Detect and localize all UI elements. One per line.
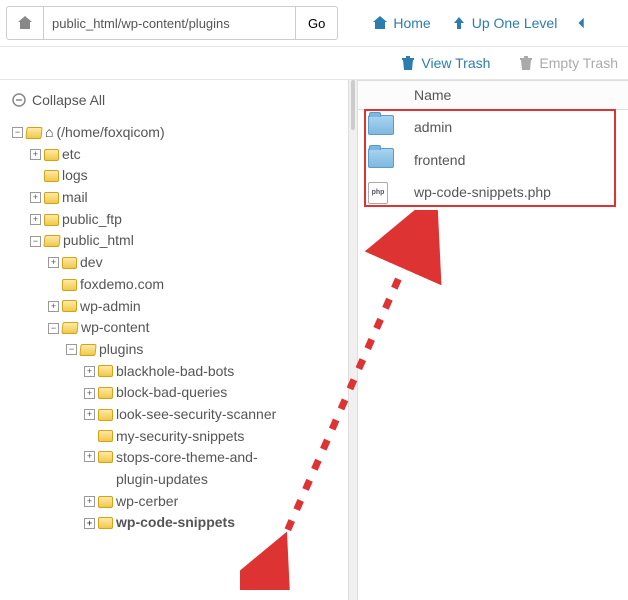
up-arrow-icon xyxy=(451,15,467,31)
plus-icon[interactable]: + xyxy=(30,192,41,203)
home-link-label: Home xyxy=(393,15,430,31)
tree-item-plugins[interactable]: −plugins xyxy=(66,339,340,361)
folder-icon xyxy=(62,279,77,291)
trash-icon xyxy=(518,55,534,71)
pane-divider[interactable] xyxy=(348,80,358,600)
tree-item-mail[interactable]: +mail xyxy=(30,187,340,209)
collapse-all-button[interactable]: Collapse All xyxy=(12,92,340,108)
folder-icon xyxy=(98,496,113,508)
folder-icon xyxy=(62,300,77,312)
plus-icon[interactable]: + xyxy=(84,518,95,529)
chevron-left-icon[interactable] xyxy=(575,15,589,31)
folder-icon xyxy=(44,214,59,226)
folder-icon xyxy=(44,170,59,182)
tree-item-foxdemo[interactable]: foxdemo.com xyxy=(48,274,340,296)
name-column-header[interactable]: Name xyxy=(404,81,628,110)
tree-item-wp-content[interactable]: −wp-content xyxy=(48,317,340,339)
folder-icon xyxy=(98,387,113,399)
tree-item-mysec[interactable]: my-security-snippets xyxy=(84,426,340,448)
tree-root-label: (/home/foxqicom) xyxy=(56,122,164,144)
tree-item-bbq[interactable]: +block-bad-queries xyxy=(84,382,340,404)
plus-icon[interactable]: + xyxy=(48,257,59,268)
tree-item-blackhole[interactable]: +blackhole-bad-bots xyxy=(84,361,340,383)
folder-icon xyxy=(98,365,113,377)
up-level-label: Up One Level xyxy=(472,15,558,31)
tree-item-etc[interactable]: +etc xyxy=(30,144,340,166)
minus-icon[interactable]: − xyxy=(48,323,59,334)
minus-icon[interactable]: − xyxy=(12,127,23,138)
file-name: wp-code-snippets.php xyxy=(404,176,628,209)
house-icon xyxy=(17,15,33,31)
folder-open-icon xyxy=(79,344,96,356)
folder-icon xyxy=(98,430,113,442)
plus-icon[interactable]: + xyxy=(84,451,95,462)
file-name: frontend xyxy=(404,143,628,176)
collapse-all-label: Collapse All xyxy=(32,92,105,108)
php-file-icon: php xyxy=(368,182,388,204)
folder-icon xyxy=(368,148,394,168)
up-level-link[interactable]: Up One Level xyxy=(441,15,568,31)
tree-item-snippets[interactable]: +wp-code-snippets xyxy=(84,512,340,534)
folder-open-icon xyxy=(61,322,78,334)
table-row[interactable]: php wp-code-snippets.php xyxy=(358,176,628,209)
minus-icon[interactable]: − xyxy=(66,344,77,355)
plus-icon[interactable]: + xyxy=(84,496,95,507)
go-button[interactable]: Go xyxy=(296,6,338,40)
file-name: admin xyxy=(404,110,628,144)
plus-icon[interactable]: + xyxy=(84,388,95,399)
folder-icon xyxy=(44,149,59,161)
empty-trash-label: Empty Trash xyxy=(539,55,618,71)
folder-icon xyxy=(98,451,113,463)
house-icon: ⌂ xyxy=(45,122,53,144)
plus-icon[interactable]: + xyxy=(84,409,95,420)
tree-item-dev[interactable]: +dev xyxy=(48,252,340,274)
folder-icon xyxy=(98,517,113,529)
plus-icon[interactable]: + xyxy=(84,366,95,377)
tree-item-stops[interactable]: +stops-core-theme-and-plugin-updates xyxy=(84,447,340,490)
tree-item-logs[interactable]: logs xyxy=(30,165,340,187)
tree-item-looksee[interactable]: +look-see-security-scanner xyxy=(84,404,340,426)
tree-item-wp-admin[interactable]: +wp-admin xyxy=(48,296,340,318)
plus-icon[interactable]: + xyxy=(48,301,59,312)
empty-trash-link: Empty Trash xyxy=(518,55,618,71)
table-row[interactable]: frontend xyxy=(358,143,628,176)
collapse-icon xyxy=(12,93,26,107)
plus-icon[interactable]: + xyxy=(30,149,41,160)
tree-item-cerber[interactable]: +wp-cerber xyxy=(84,491,340,513)
home-link[interactable]: Home xyxy=(362,15,440,31)
house-icon xyxy=(372,15,388,31)
table-row[interactable]: admin xyxy=(358,110,628,144)
folder-open-icon xyxy=(43,235,60,247)
view-trash-label: View Trash xyxy=(421,55,490,71)
tree-item-public-html[interactable]: −public_html xyxy=(30,230,340,252)
trash-icon xyxy=(400,55,416,71)
tree-item-public-ftp[interactable]: +public_ftp xyxy=(30,209,340,231)
path-input[interactable] xyxy=(44,6,296,40)
minus-icon[interactable]: − xyxy=(30,236,41,247)
folder-open-icon xyxy=(25,127,42,139)
view-trash-link[interactable]: View Trash xyxy=(390,55,500,71)
folder-icon xyxy=(98,409,113,421)
folder-tree: − ⌂ (/home/foxqicom) +etc logs +mail +pu… xyxy=(12,122,340,534)
tree-root[interactable]: − ⌂ (/home/foxqicom) xyxy=(12,122,340,144)
plus-icon[interactable]: + xyxy=(30,214,41,225)
folder-icon xyxy=(62,257,77,269)
file-table: Name admin frontend php wp-code-snippets… xyxy=(358,80,628,209)
home-icon-button[interactable] xyxy=(6,6,44,40)
folder-icon xyxy=(368,115,394,135)
folder-icon xyxy=(44,192,59,204)
